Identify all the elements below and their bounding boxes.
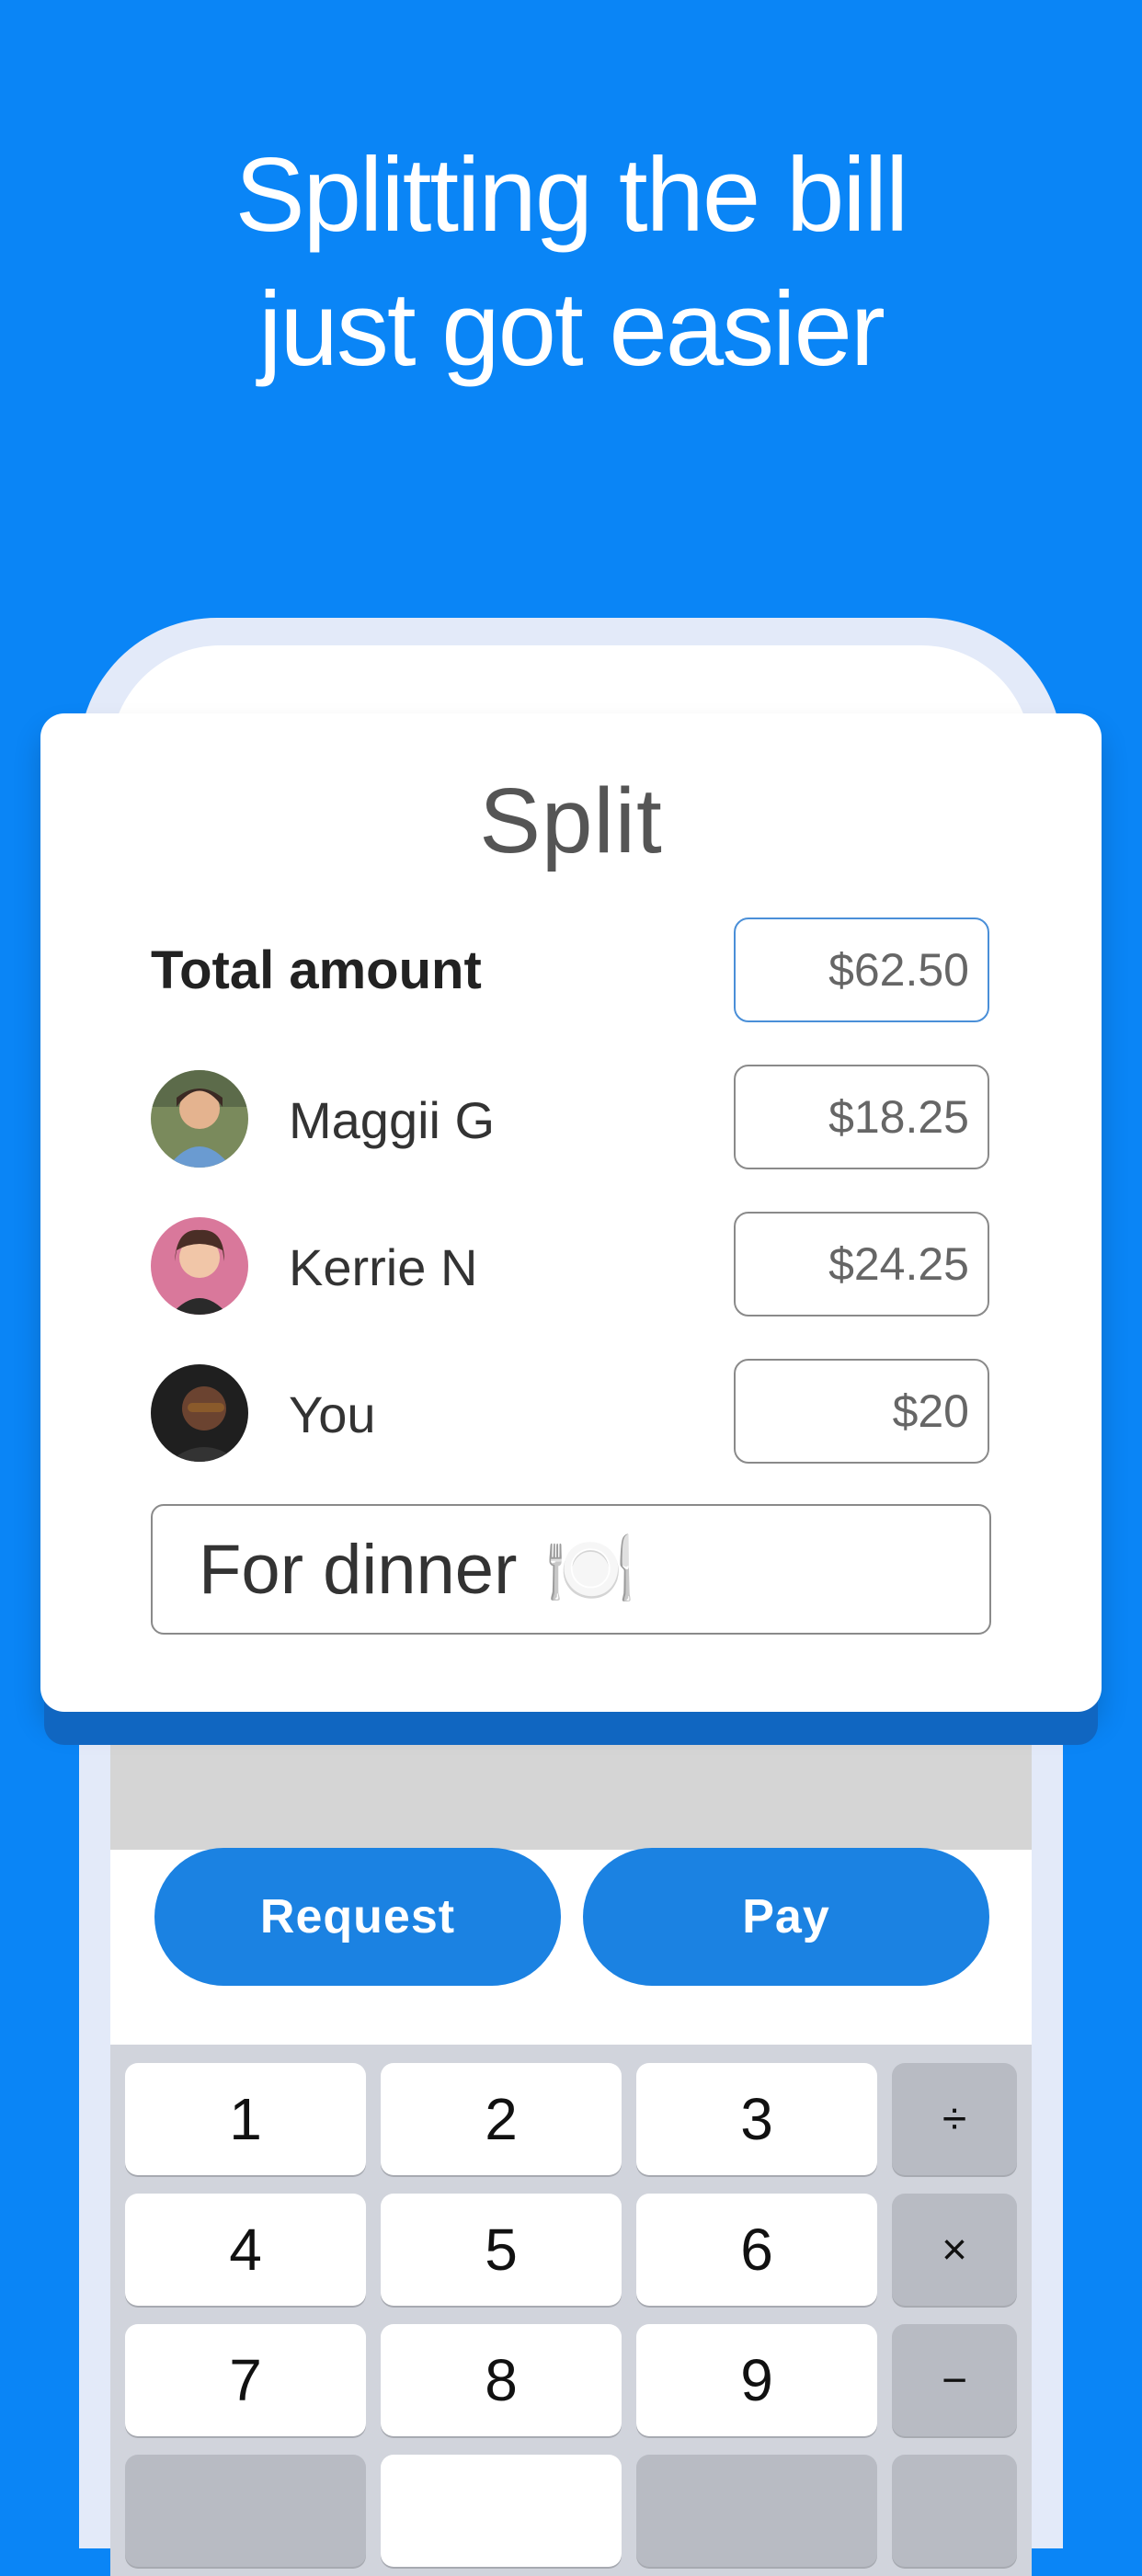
person-name-you: You [289, 1385, 376, 1443]
amount-field-kerrie[interactable]: $24.25 [734, 1212, 989, 1316]
key-9[interactable]: 9 [636, 2324, 877, 2436]
key-multiply[interactable]: × [892, 2194, 1017, 2306]
key-6[interactable]: 6 [636, 2194, 877, 2306]
amount-field-you[interactable]: $20 [734, 1359, 989, 1464]
numeric-keypad: 1 2 3 ÷ 4 5 6 × 7 8 9 − [110, 2045, 1032, 2576]
note-text: For dinner [199, 1530, 518, 1609]
headline-line-2: just got easier [258, 271, 885, 388]
key-3[interactable]: 3 [636, 2063, 877, 2175]
key-backspace[interactable] [636, 2455, 877, 2567]
pay-button[interactable]: Pay [583, 1848, 989, 1986]
avatar-maggii [151, 1070, 248, 1168]
headline: Splitting the bill just got easier [0, 129, 1142, 397]
amount-field-maggii[interactable]: $18.25 [734, 1065, 989, 1169]
person-name-kerrie: Kerrie N [289, 1238, 478, 1296]
total-amount-field[interactable]: $62.50 [734, 918, 989, 1022]
key-minus[interactable]: − [892, 2324, 1017, 2436]
key-4[interactable]: 4 [125, 2194, 366, 2306]
screen-divider [110, 1739, 1032, 1850]
key-8[interactable]: 8 [381, 2324, 622, 2436]
note-input[interactable]: For dinner 🍽️ [151, 1504, 991, 1635]
total-amount-label: Total amount [151, 940, 482, 1000]
split-card: Split Total amount $62.50 Maggii G $18.2… [40, 713, 1102, 1712]
key-0[interactable] [381, 2455, 622, 2567]
avatar-you [151, 1364, 248, 1462]
request-button[interactable]: Request [154, 1848, 561, 1986]
key-1[interactable]: 1 [125, 2063, 366, 2175]
key-2[interactable]: 2 [381, 2063, 622, 2175]
person-name-maggii: Maggii G [289, 1091, 496, 1149]
key-blank[interactable] [125, 2455, 366, 2567]
key-7[interactable]: 7 [125, 2324, 366, 2436]
headline-line-1: Splitting the bill [234, 137, 909, 254]
plate-icon: 🍽️ [544, 1528, 636, 1610]
key-5[interactable]: 5 [381, 2194, 622, 2306]
card-title: Split [479, 769, 663, 872]
key-plus[interactable] [892, 2455, 1017, 2567]
avatar-kerrie [151, 1217, 248, 1315]
key-divide[interactable]: ÷ [892, 2063, 1017, 2175]
